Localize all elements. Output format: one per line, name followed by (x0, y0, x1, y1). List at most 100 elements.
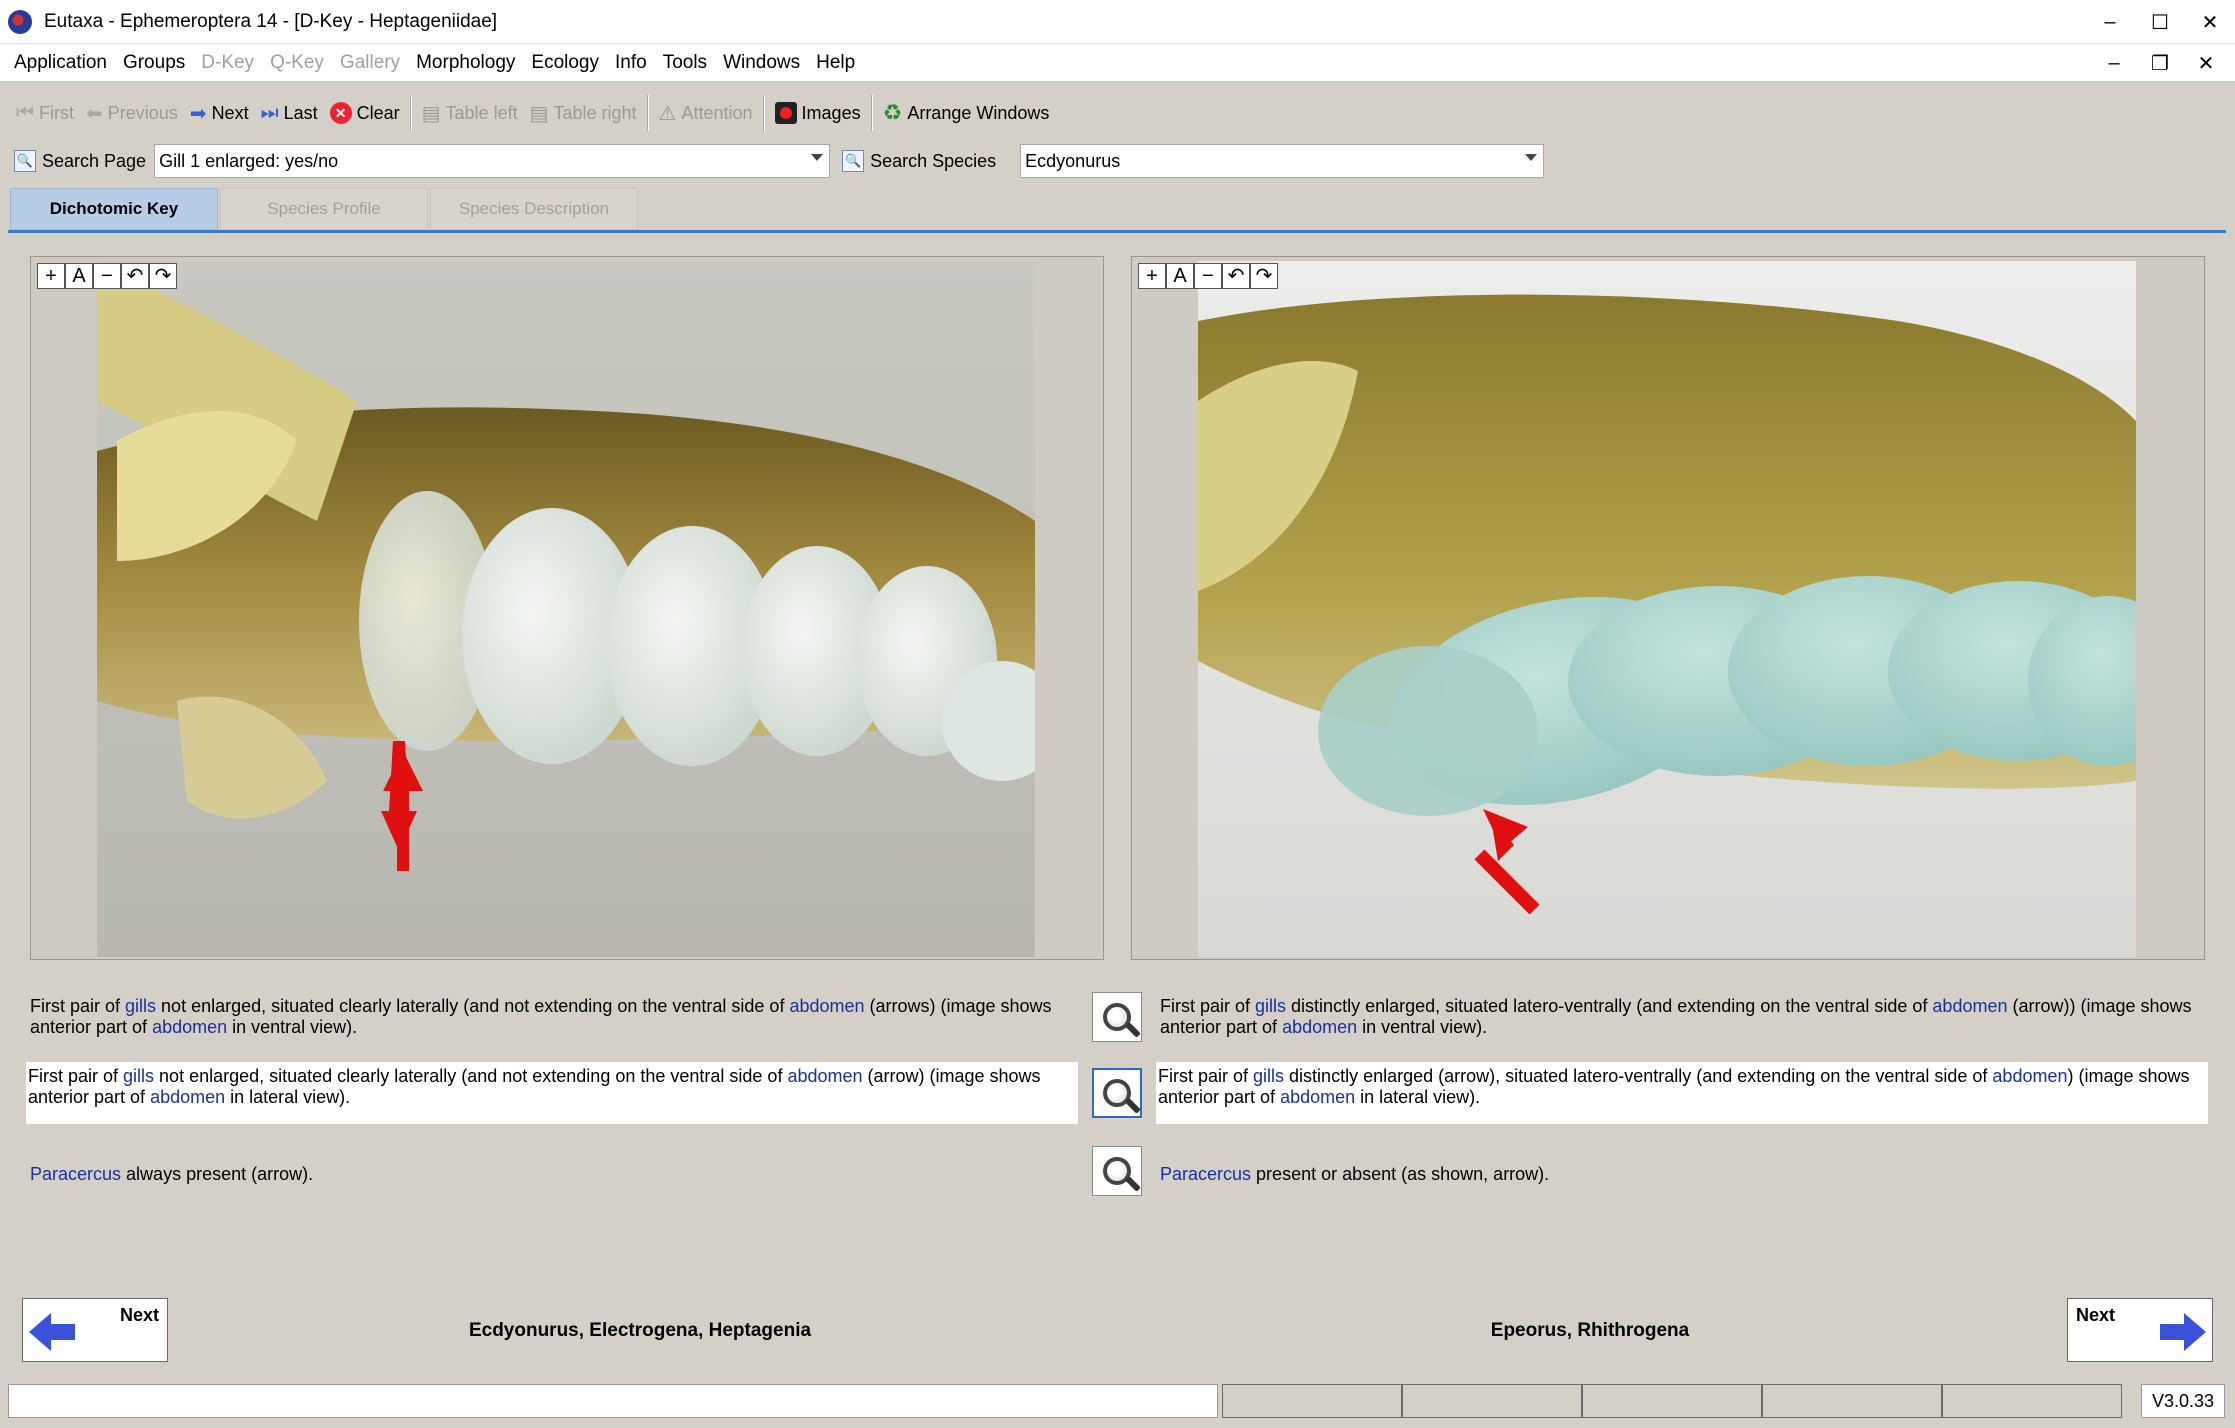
gills-link[interactable]: gills (1255, 996, 1286, 1016)
child-close-button[interactable]: ✕ (2183, 44, 2229, 82)
search-species-icon: 🔍 (842, 150, 865, 172)
last-label: Last (283, 102, 318, 123)
right-couplet-2: First pair of gills distinctly enlarged … (1156, 1062, 2208, 1124)
images-icon (774, 102, 797, 124)
search-page-label: Search Page (42, 150, 147, 171)
menu-d-key[interactable]: D-Key (193, 52, 262, 74)
text: in lateral view). (1355, 1087, 1481, 1107)
right-image-tools: + A − ↶ ↷ (1138, 263, 1278, 289)
version-label: V3.0.33 (2140, 1384, 2225, 1418)
rotate-right-button[interactable]: ↷ (1250, 263, 1278, 289)
tab-dichotomic-key[interactable]: Dichotomic Key (10, 188, 218, 230)
menu-application[interactable]: Application (6, 52, 115, 74)
first-button[interactable]: ⏮ First (10, 93, 80, 133)
abdomen-link[interactable]: abdomen (152, 1017, 227, 1037)
magnify-button-3[interactable] (1092, 1146, 1142, 1196)
menu-help[interactable]: Help (808, 52, 863, 74)
abdomen-link[interactable]: abdomen (1280, 1087, 1355, 1107)
magnify-button-2[interactable] (1092, 1068, 1142, 1118)
search-species-label: Search Species (870, 150, 997, 171)
table-right-button[interactable]: ▤ Table right (524, 93, 643, 133)
last-button[interactable]: ⏭ Last (255, 93, 324, 133)
minimize-button[interactable]: – (2085, 0, 2135, 44)
arrow-right-icon (2160, 1313, 2206, 1351)
magnifier-icon (1103, 1157, 1131, 1185)
left-image-panel[interactable]: + A − ↶ ↷ (30, 256, 1104, 960)
status-panel (1402, 1384, 1582, 1418)
previous-button[interactable]: ⬅ Previous (80, 93, 184, 133)
search-species-button[interactable]: 🔍 Search Species (842, 150, 996, 172)
abdomen-link[interactable]: abdomen (1282, 1017, 1357, 1037)
table-right-label: Table right (553, 102, 637, 123)
toolbar-separator (409, 95, 412, 131)
text: distinctly enlarged (arrow), situated la… (1284, 1066, 1993, 1086)
menu-info[interactable]: Info (607, 52, 655, 74)
menu-morphology[interactable]: Morphology (408, 52, 523, 74)
clear-button[interactable]: ✕ Clear (324, 93, 406, 133)
left-image-tools: + A − ↶ ↷ (37, 263, 177, 289)
zoom-out-button[interactable]: − (93, 263, 121, 289)
menu-tools[interactable]: Tools (655, 52, 715, 74)
window-title: Eutaxa - Ephemeroptera 14 - [D-Key - Hep… (44, 10, 498, 32)
right-image-panel[interactable]: + A − ↶ ↷ (1131, 256, 2205, 960)
gills-link[interactable]: gills (123, 1066, 154, 1086)
menu-ecology[interactable]: Ecology (523, 52, 607, 74)
menu-q-key[interactable]: Q-Key (262, 52, 332, 74)
table-right-icon: ▤ (529, 102, 549, 125)
rotate-right-button[interactable]: ↷ (149, 263, 177, 289)
zoom-in-button[interactable]: + (37, 263, 65, 289)
paracercus-link[interactable]: Paracercus (30, 1164, 121, 1184)
gills-link[interactable]: gills (125, 996, 156, 1016)
search-species-combo[interactable]: Ecdyonurus (1020, 144, 1545, 178)
toolbar-separator (870, 95, 873, 131)
menu-groups[interactable]: Groups (115, 52, 193, 74)
text: First pair of (1158, 1066, 1254, 1086)
status-panel (1222, 1384, 1402, 1418)
right-next-button[interactable]: Next (2067, 1298, 2213, 1362)
abdomen-link[interactable]: abdomen (150, 1087, 225, 1107)
auto-fit-button[interactable]: A (1166, 263, 1194, 289)
child-restore-button[interactable]: ❐ (2137, 44, 2183, 82)
arrange-windows-button[interactable]: ♻ Arrange Windows (877, 93, 1056, 133)
last-icon: ⏭ (260, 101, 279, 124)
paracercus-link[interactable]: Paracercus (1160, 1164, 1251, 1184)
chevron-down-icon[interactable] (1525, 154, 1538, 161)
menu-gallery[interactable]: Gallery (332, 52, 408, 74)
images-button[interactable]: Images (769, 93, 867, 133)
zoom-in-button[interactable]: + (1138, 263, 1166, 289)
magnify-button-1[interactable] (1092, 992, 1142, 1042)
arrow-left-icon (29, 1313, 75, 1351)
text: always present (arrow). (121, 1164, 314, 1184)
gills-link[interactable]: gills (1253, 1066, 1284, 1086)
table-left-button[interactable]: ▤ Table left (416, 93, 524, 133)
tab-species-description[interactable]: Species Description (430, 188, 638, 230)
search-species-value: Ecdyonurus (1025, 150, 1121, 171)
text: not enlarged, situated clearly laterally… (156, 996, 790, 1016)
search-page-button[interactable]: 🔍 Search Page (14, 150, 146, 172)
tab-species-profile[interactable]: Species Profile (220, 188, 428, 230)
abdomen-link[interactable]: abdomen (787, 1066, 862, 1086)
window-controls: – ☐ ✕ (2085, 0, 2235, 44)
text: distinctly enlarged, situated latero-ven… (1286, 996, 1933, 1016)
close-button[interactable]: ✕ (2185, 0, 2235, 44)
chevron-down-icon[interactable] (811, 154, 824, 161)
text: First pair of (28, 1066, 124, 1086)
next-toolbar-button[interactable]: ➡ Next (184, 93, 255, 133)
auto-fit-button[interactable]: A (65, 263, 93, 289)
abdomen-link[interactable]: abdomen (789, 996, 864, 1016)
abdomen-link[interactable]: abdomen (1992, 1066, 2067, 1086)
rotate-left-button[interactable]: ↶ (121, 263, 149, 289)
abdomen-link[interactable]: abdomen (1932, 996, 2007, 1016)
attention-button[interactable]: ⚠ Attention (653, 93, 759, 133)
zoom-out-button[interactable]: − (1194, 263, 1222, 289)
text: First pair of (1160, 996, 1256, 1016)
child-minimize-button[interactable]: – (2091, 44, 2137, 82)
next-arrow-icon: ➡ (189, 102, 207, 125)
toolbar-separator (762, 95, 765, 131)
search-page-combo[interactable]: Gill 1 enlarged: yes/no (154, 144, 831, 178)
table-left-label: Table left (445, 102, 518, 123)
left-next-button[interactable]: Next (22, 1298, 168, 1362)
menu-windows[interactable]: Windows (715, 52, 808, 74)
rotate-left-button[interactable]: ↶ (1222, 263, 1250, 289)
maximize-button[interactable]: ☐ (2135, 0, 2185, 44)
